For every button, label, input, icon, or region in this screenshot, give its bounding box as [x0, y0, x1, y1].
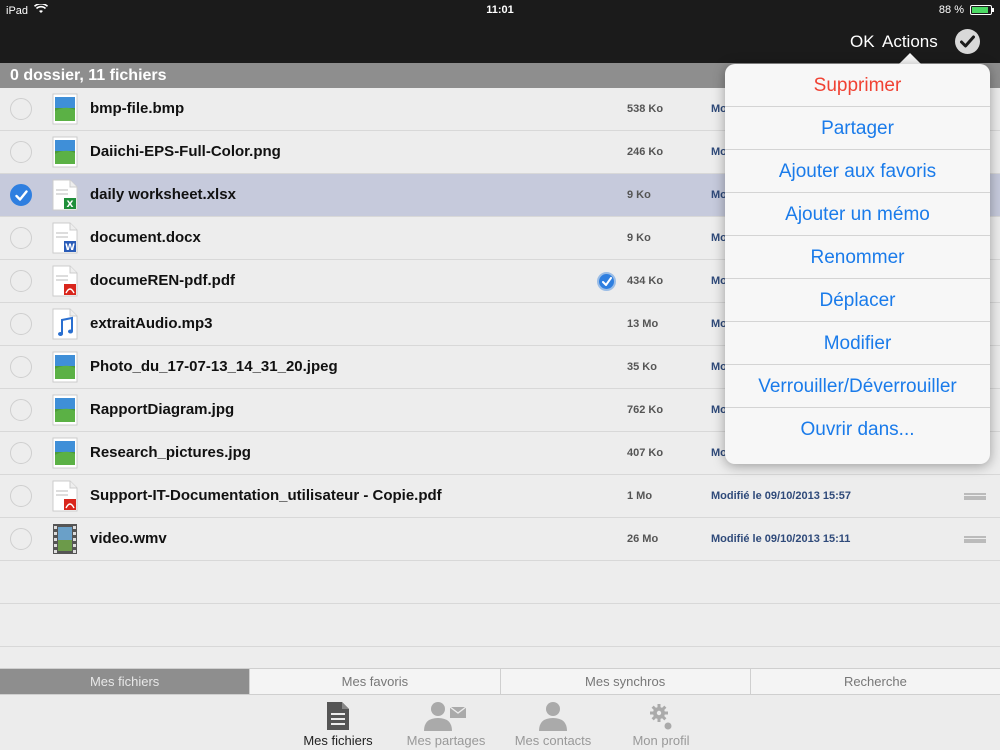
pdf-icon [52, 265, 78, 297]
file-size: 434 Ko [627, 275, 664, 287]
file-name: Photo_du_17-07-13_14_31_20.jpeg [90, 358, 338, 375]
selected-check-icon[interactable] [10, 184, 32, 206]
file-size: 1 Mo [627, 490, 653, 502]
file-size: 26 Mo [627, 533, 659, 545]
navigation-bar: OK Actions [0, 20, 1000, 63]
ok-button[interactable]: OK [850, 32, 875, 52]
file-name: Research_pictures.jpg [90, 444, 251, 461]
file-name: daily worksheet.xlsx [90, 186, 236, 203]
segment-tab[interactable]: Recherche [751, 669, 1000, 694]
menu-item-ajouter-un-memo[interactable]: Ajouter un mémo [725, 193, 990, 236]
file-name: video.wmv [90, 530, 167, 547]
select-radio[interactable] [10, 485, 32, 507]
check-all-icon[interactable] [955, 29, 980, 54]
image-icon [52, 93, 78, 125]
file-name: extraitAudio.mp3 [90, 315, 213, 332]
tab-bar: Mes fichiers Mes partages Mes contacts Mon … [0, 695, 1000, 750]
tab-label: Mes partages [406, 733, 486, 748]
file-size: 762 Ko [627, 404, 664, 416]
image-icon [52, 136, 78, 168]
file-size: 13 Mo [627, 318, 659, 330]
select-radio[interactable] [10, 356, 32, 378]
file-size: 9 Ko [627, 232, 651, 244]
share-user-icon [401, 697, 491, 731]
image-icon [52, 351, 78, 383]
tab-item[interactable]: Mes partages [401, 697, 491, 748]
actions-popover: Supprimer Partager Ajouter aux favoris Ajou… [725, 64, 990, 464]
empty-row [0, 561, 1000, 604]
svg-text:W: W [65, 243, 75, 253]
drag-handle-icon[interactable] [964, 536, 986, 543]
file-size: 9 Ko [627, 189, 651, 201]
file-name: Support-IT-Documentation_utilisateur - C… [90, 487, 442, 504]
battery-percent: 88 % [938, 4, 964, 16]
select-radio[interactable] [10, 270, 32, 292]
tab-label: Mes fichiers [303, 733, 373, 748]
image-icon [52, 394, 78, 426]
pdf-icon [52, 480, 78, 512]
document-icon [293, 697, 383, 731]
drag-handle-icon[interactable] [964, 493, 986, 500]
menu-item-modifier[interactable]: Modifier [725, 322, 990, 365]
word-icon: W [52, 222, 78, 254]
select-radio[interactable] [10, 399, 32, 421]
segment-tab[interactable]: Mes synchros [501, 669, 751, 694]
battery-icon [970, 5, 994, 15]
file-name: bmp-file.bmp [90, 100, 185, 117]
gear-icon [616, 697, 706, 731]
select-radio[interactable] [10, 98, 32, 120]
file-size: 35 Ko [627, 361, 657, 373]
image-icon [52, 437, 78, 469]
menu-item-verrouiller-deverrouiller[interactable]: Verrouiller/Déverrouiller [725, 365, 990, 408]
menu-item-partager[interactable]: Partager [725, 107, 990, 150]
menu-item-ouvrir-dans[interactable]: Ouvrir dans... [725, 408, 990, 451]
segment-tab[interactable]: Mes fichiers [0, 669, 251, 694]
file-size: 538 Ko [627, 103, 664, 115]
segment-tab[interactable]: Mes favoris [250, 669, 501, 694]
contact-icon [508, 697, 598, 731]
svg-text:X: X [67, 200, 74, 210]
menu-item-deplacer[interactable]: Déplacer [725, 279, 990, 322]
select-radio[interactable] [10, 528, 32, 550]
file-modified: Modifié le 09/10/2013 15:57 [711, 490, 852, 502]
file-name: RapportDiagram.jpg [90, 401, 235, 418]
synced-check-icon [597, 272, 616, 291]
select-radio[interactable] [10, 313, 32, 335]
select-radio[interactable] [10, 141, 32, 163]
select-radio[interactable] [10, 442, 32, 464]
segmented-tabs: Mes fichiers Mes favoris Mes synchros Reche… [0, 668, 1000, 695]
battery-fill [972, 7, 988, 13]
file-row[interactable]: video.wmv 26 Mo Modifié le 09/10/2013 15:1… [0, 518, 1000, 561]
tab-item[interactable]: Mon profil [616, 697, 706, 748]
tab-item[interactable]: Mes contacts [508, 697, 598, 748]
empty-row [0, 604, 1000, 647]
select-radio[interactable] [10, 227, 32, 249]
tab-item[interactable]: Mes fichiers [293, 697, 383, 748]
menu-item-renommer[interactable]: Renommer [725, 236, 990, 279]
audio-icon [52, 308, 78, 340]
clock: 11:01 [486, 4, 514, 16]
file-size: 246 Ko [627, 146, 664, 158]
file-row[interactable]: Support-IT-Documentation_utilisateur - C… [0, 475, 1000, 518]
menu-item-supprimer[interactable]: Supprimer [725, 64, 990, 107]
excel-icon: X [52, 179, 78, 211]
file-name: documeREN-pdf.pdf [90, 272, 235, 289]
menu-item-ajouter-aux-favoris[interactable]: Ajouter aux favoris [725, 150, 990, 193]
status-bar: iPad 11:01 88 % [0, 0, 1000, 20]
tab-label: Mes contacts [514, 733, 592, 748]
tab-label: Mon profil [632, 733, 690, 748]
file-size: 407 Ko [627, 447, 664, 459]
file-name: Daiichi-EPS-Full-Color.png [90, 143, 281, 160]
file-name: document.docx [90, 229, 201, 246]
file-modified: Modifié le 09/10/2013 15:11 [711, 533, 851, 545]
video-icon [52, 523, 78, 555]
actions-button[interactable]: Actions [882, 32, 938, 52]
